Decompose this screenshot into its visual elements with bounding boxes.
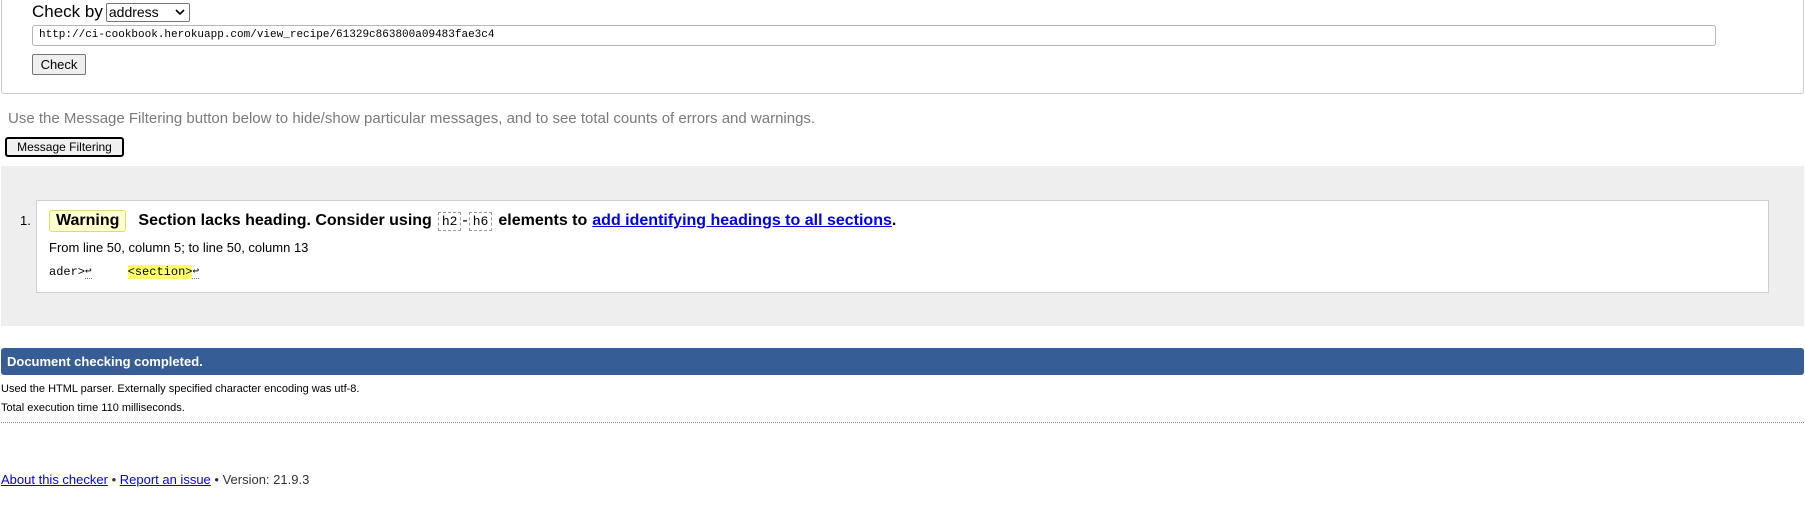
code-h2: h2 bbox=[437, 211, 462, 231]
check-by-row: Check by address bbox=[32, 2, 190, 22]
message-filtering-button[interactable]: Message Filtering bbox=[5, 137, 124, 157]
message-text-before: Section lacks heading. Consider using bbox=[138, 212, 432, 229]
check-by-select[interactable]: address bbox=[105, 2, 190, 22]
divider bbox=[1, 422, 1804, 423]
version-text: • Version: 21.9.3 bbox=[210, 472, 310, 487]
message-number: 1. bbox=[20, 213, 31, 228]
footer: About this checker • Report an issue • V… bbox=[1, 472, 309, 487]
check-button[interactable]: Check bbox=[32, 54, 86, 75]
headings-help-link[interactable]: add identifying headings to all sections bbox=[592, 212, 892, 230]
code-h6: h6 bbox=[468, 211, 493, 231]
execution-time: Total execution time 110 milliseconds. bbox=[1, 402, 185, 414]
extract-indent bbox=[92, 265, 128, 279]
check-by-selected-value: address bbox=[108, 3, 159, 20]
url-input[interactable]: http://ci-cookbook.herokuapp.com/view_re… bbox=[32, 25, 1716, 46]
parser-info: Used the HTML parser. Externally specifi… bbox=[1, 383, 360, 395]
filter-instructions: Use the Message Filtering button below t… bbox=[8, 110, 816, 127]
report-issue-link[interactable]: Report an issue bbox=[120, 472, 211, 487]
message-location: From line 50, column 5; to line 50, colu… bbox=[49, 240, 309, 255]
chevron-down-icon bbox=[175, 9, 185, 16]
check-form-panel: Check by address http://ci-cookbook.hero… bbox=[1, 0, 1804, 94]
line-feed-icon: ↩ bbox=[192, 266, 200, 279]
footer-separator: • bbox=[107, 472, 120, 487]
message-text-middle: elements to bbox=[498, 212, 588, 229]
line-feed-icon: ↩ bbox=[85, 266, 92, 279]
message-text-after: . bbox=[891, 212, 897, 229]
status-bar: Document checking completed. bbox=[1, 348, 1804, 375]
warning-message: Warning Section lacks heading. Consider … bbox=[36, 200, 1769, 293]
source-extract: ader> ↩ <section> ↩ bbox=[49, 264, 200, 279]
message-text: Warning Section lacks heading. Consider … bbox=[49, 210, 896, 232]
code-dash: - bbox=[462, 212, 468, 229]
about-checker-link[interactable]: About this checker bbox=[1, 472, 108, 487]
check-by-label: Check by bbox=[32, 2, 103, 21]
warning-badge: Warning bbox=[49, 210, 127, 232]
extract-before: ader> bbox=[49, 264, 86, 279]
extract-highlight: <section> bbox=[127, 264, 193, 279]
